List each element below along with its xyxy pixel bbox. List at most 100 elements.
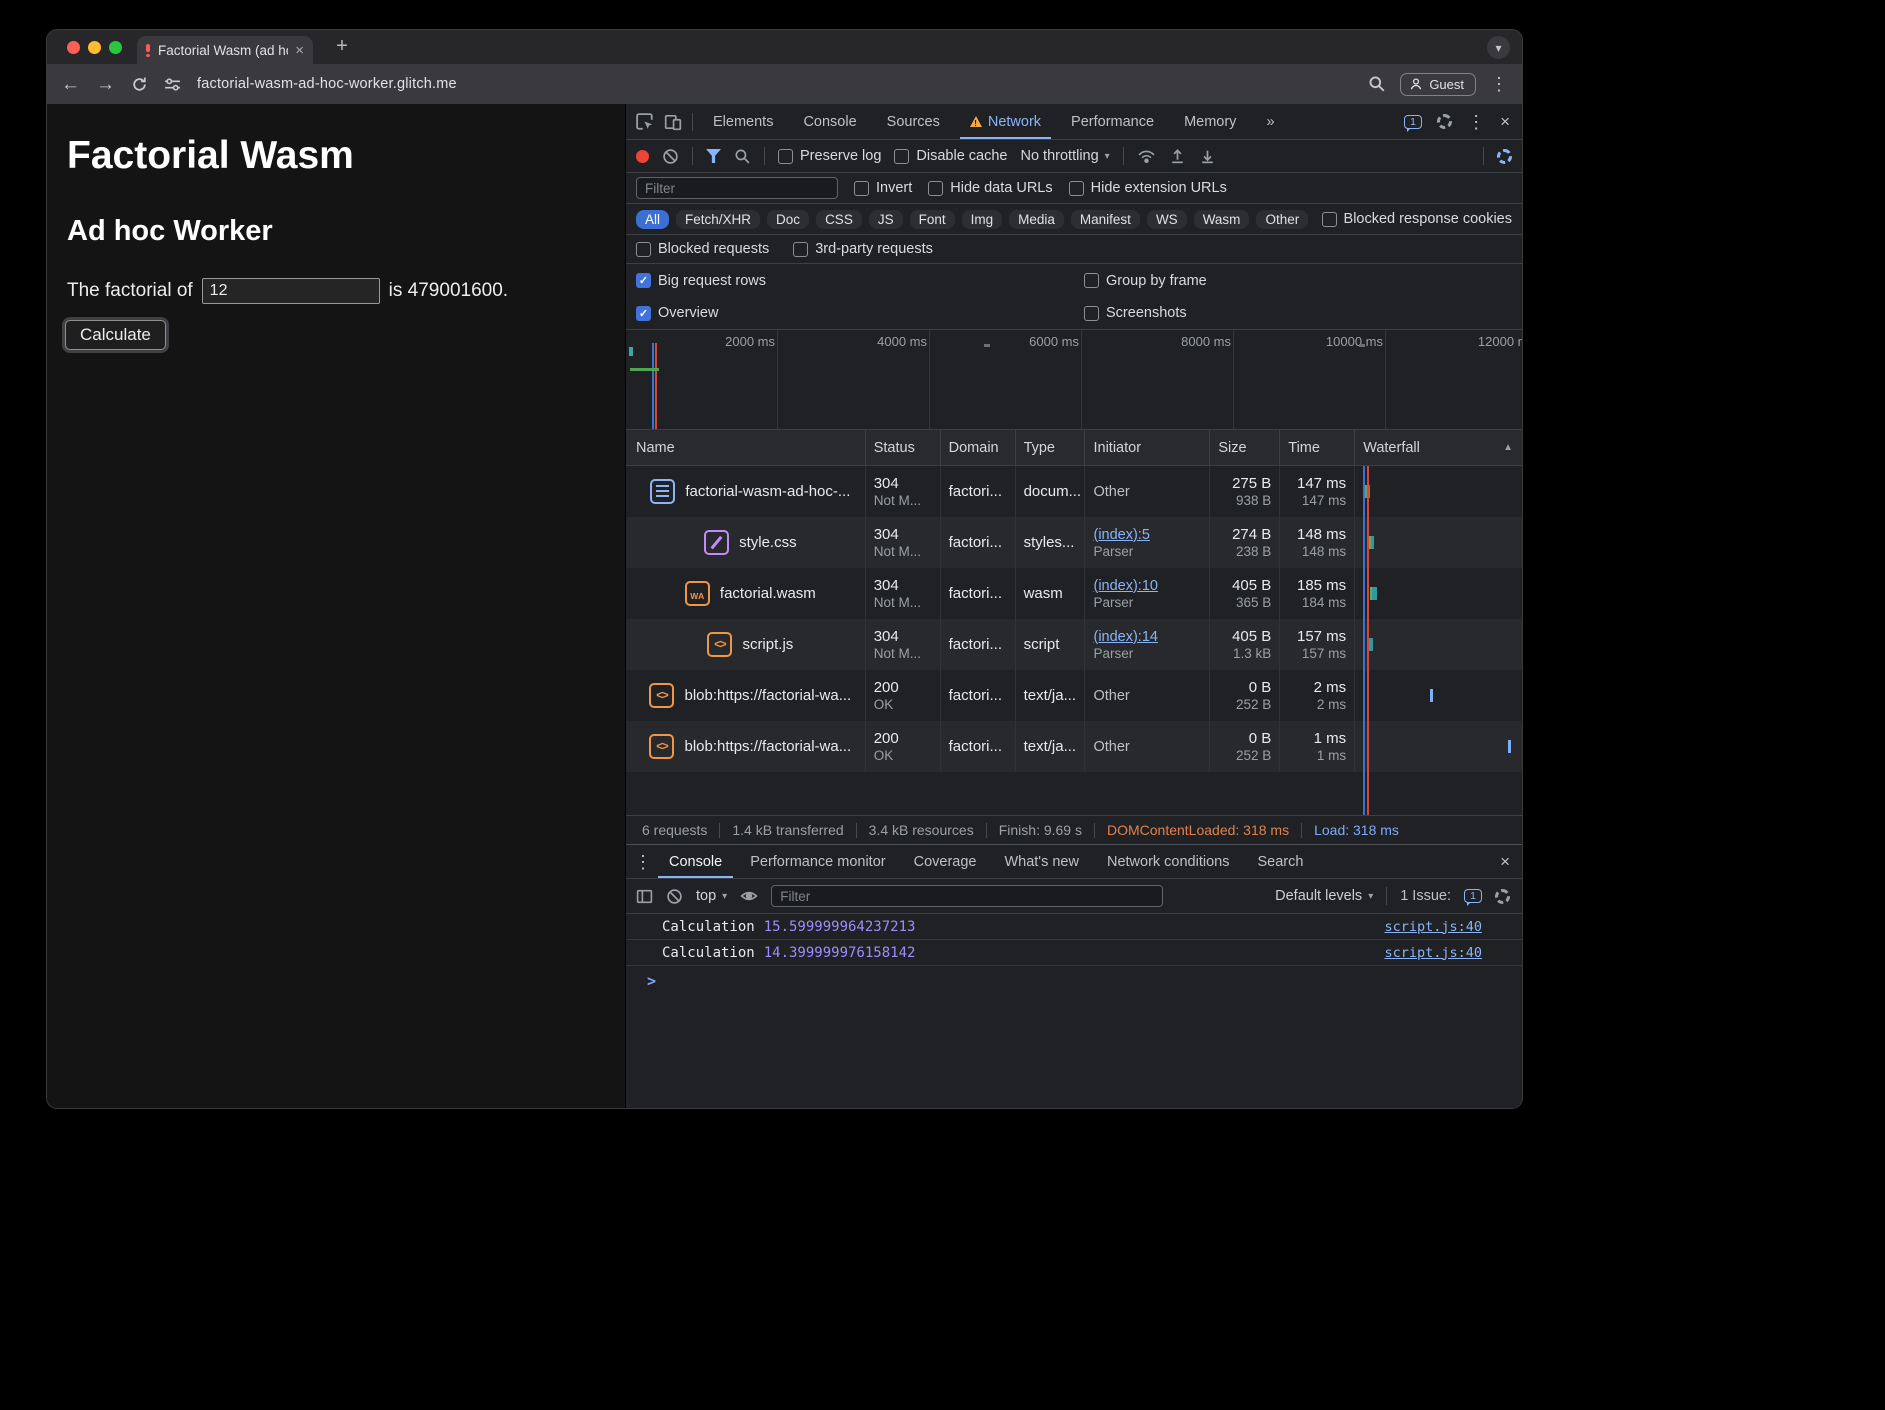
column-header-size[interactable]: Size [1210,430,1280,465]
console-sidebar-icon[interactable] [636,888,653,905]
devtools-close-button[interactable]: × [1500,113,1510,130]
third-party-requests-checkbox[interactable]: 3rd-party requests [793,241,933,257]
chip-img[interactable]: Img [962,210,1003,229]
initiator-link[interactable]: (index):5 [1093,527,1209,543]
inspect-element-icon[interactable] [636,113,654,131]
factorial-input[interactable] [202,278,380,304]
console-settings-icon[interactable] [1495,889,1510,904]
zoom-window-button[interactable] [109,41,122,54]
calculate-button[interactable]: Calculate [65,320,166,350]
issues-counter-icon[interactable]: 1 [1404,115,1422,129]
blocked-requests-checkbox[interactable]: Blocked requests [636,241,769,257]
devtools-settings-icon[interactable] [1437,114,1452,129]
drawer-tab-network-conditions[interactable]: Network conditions [1096,845,1241,878]
group-by-frame-checkbox[interactable]: Group by frame [1084,273,1207,289]
filter-icon[interactable] [706,149,721,163]
drawer-tab-whats-new[interactable]: What's new [993,845,1090,878]
network-overview-timeline[interactable]: 2000 ms 4000 ms 6000 ms 8000 ms 10000 ms… [626,330,1522,430]
console-filter-input[interactable] [771,885,1163,907]
profile-badge[interactable]: Guest [1400,73,1476,96]
chip-manifest[interactable]: Manifest [1071,210,1140,229]
network-filter-input[interactable] [636,177,838,199]
minimize-window-button[interactable] [88,41,101,54]
column-header-initiator[interactable]: Initiator [1085,430,1210,465]
column-header-name[interactable]: Name [626,430,866,465]
table-row[interactable]: <>blob:https://factorial-wa... 200OK fac… [626,670,1522,721]
issues-counter-icon[interactable]: 1 [1464,889,1482,903]
column-header-domain[interactable]: Domain [941,430,1016,465]
drawer-menu-button[interactable]: ⋮ [634,853,652,871]
device-toolbar-icon[interactable] [664,113,682,131]
table-row[interactable]: <>script.js 304Not M... factori... scrip… [626,619,1522,670]
drawer-tab-search[interactable]: Search [1246,845,1314,878]
table-row[interactable]: style.css 304Not M... factori... styles.… [626,517,1522,568]
browser-tab[interactable]: Factorial Wasm (ad hoc Work × [137,36,313,64]
browser-menu-button[interactable]: ⋮ [1490,75,1508,93]
record-network-log-button[interactable] [636,150,649,163]
drawer-tab-coverage[interactable]: Coverage [903,845,988,878]
big-request-rows-checkbox[interactable]: ✓Big request rows [636,273,1084,289]
tab-elements[interactable]: Elements [703,104,783,139]
source-link[interactable]: script.js:40 [1384,919,1482,935]
initiator-link[interactable]: (index):10 [1093,578,1209,594]
tab-network[interactable]: Network [960,104,1051,139]
screenshots-checkbox[interactable]: Screenshots [1084,305,1187,321]
network-settings-icon[interactable] [1497,149,1512,164]
source-link[interactable]: script.js:40 [1384,945,1482,961]
tab-console[interactable]: Console [793,104,866,139]
chip-js[interactable]: JS [869,210,903,229]
hide-data-urls-checkbox[interactable]: Hide data URLs [928,180,1052,196]
column-header-time[interactable]: Time [1280,430,1355,465]
chip-css[interactable]: CSS [816,210,862,229]
column-header-type[interactable]: Type [1016,430,1086,465]
column-header-waterfall[interactable]: Waterfall ▲ [1355,430,1522,465]
new-tab-button[interactable]: + [329,35,355,58]
tab-performance[interactable]: Performance [1061,104,1164,139]
table-row[interactable]: WAfactorial.wasm 304Not M... factori... … [626,568,1522,619]
invert-checkbox[interactable]: Invert [854,180,912,196]
table-row[interactable]: <>blob:https://factorial-wa... 200OK fac… [626,721,1522,772]
overview-checkbox[interactable]: ✓Overview [636,305,1084,321]
table-row[interactable]: factorial-wasm-ad-hoc-... 304Not M... fa… [626,466,1522,517]
drawer-tab-console[interactable]: Console [658,845,733,878]
reload-button[interactable] [131,76,148,93]
chip-font[interactable]: Font [910,210,955,229]
chip-fetch-xhr[interactable]: Fetch/XHR [676,210,760,229]
import-har-icon[interactable] [1169,148,1186,165]
drawer-tab-performance-monitor[interactable]: Performance monitor [739,845,896,878]
drawer-close-button[interactable]: × [1500,853,1510,870]
disable-cache-checkbox[interactable]: Disable cache [894,148,1007,164]
column-header-status[interactable]: Status [866,430,941,465]
chip-other[interactable]: Other [1256,210,1308,229]
chip-all[interactable]: All [636,210,669,229]
live-expression-eye-icon[interactable] [740,888,758,904]
back-button[interactable]: ← [61,75,80,94]
console-prompt[interactable]: > [626,966,1522,990]
search-icon[interactable] [734,148,751,165]
tab-close-icon[interactable]: × [295,43,304,58]
clear-network-log-icon[interactable] [662,148,679,165]
console-context-select[interactable]: top ▾ [696,888,727,904]
tab-memory[interactable]: Memory [1174,104,1246,139]
close-window-button[interactable] [67,41,80,54]
export-har-icon[interactable] [1199,148,1216,165]
chip-media[interactable]: Media [1009,210,1064,229]
blocked-response-cookies-checkbox[interactable]: Blocked response cookies [1322,211,1512,227]
forward-button[interactable]: → [96,75,115,94]
tab-search-button[interactable]: ▾ [1487,36,1510,59]
chip-doc[interactable]: Doc [767,210,809,229]
more-tabs-button[interactable]: » [1256,104,1284,139]
hide-extension-urls-checkbox[interactable]: Hide extension URLs [1069,180,1227,196]
site-info-icon[interactable] [164,76,181,93]
log-levels-select[interactable]: Default levels ▾ [1275,888,1373,904]
tab-sources[interactable]: Sources [877,104,950,139]
devtools-menu-button[interactable]: ⋮ [1467,113,1485,131]
throttling-select[interactable]: No throttling ▾ [1020,148,1109,164]
address-bar[interactable]: factorial-wasm-ad-hoc-worker.glitch.me [197,76,457,92]
clear-console-icon[interactable] [666,888,683,905]
network-conditions-icon[interactable] [1137,148,1156,164]
initiator-link[interactable]: (index):14 [1093,629,1209,645]
zoom-search-icon[interactable] [1368,75,1386,93]
chip-wasm[interactable]: Wasm [1194,210,1250,229]
preserve-log-checkbox[interactable]: Preserve log [778,148,881,164]
